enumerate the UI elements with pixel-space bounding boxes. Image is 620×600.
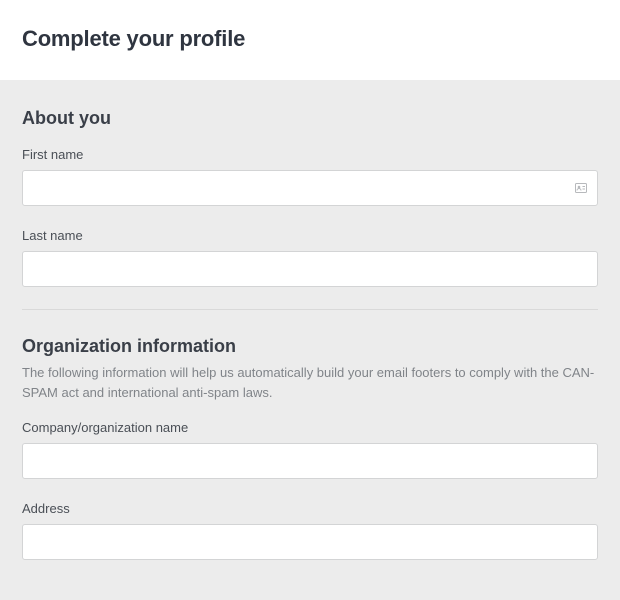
first-name-field: First name	[22, 147, 598, 206]
input-wrap	[22, 170, 598, 206]
company-name-input[interactable]	[22, 443, 598, 479]
address-input[interactable]	[22, 524, 598, 560]
address-field: Address	[22, 501, 598, 560]
header: Complete your profile	[0, 0, 620, 80]
first-name-input[interactable]	[22, 170, 598, 206]
organization-heading: Organization information	[22, 336, 598, 357]
first-name-label: First name	[22, 147, 598, 162]
form-area: About you First name Last name Organizat…	[0, 80, 620, 600]
page-title: Complete your profile	[22, 26, 598, 52]
about-you-heading: About you	[22, 108, 598, 129]
organization-description: The following information will help us a…	[22, 363, 598, 402]
company-name-label: Company/organization name	[22, 420, 598, 435]
address-label: Address	[22, 501, 598, 516]
company-name-field: Company/organization name	[22, 420, 598, 479]
last-name-label: Last name	[22, 228, 598, 243]
last-name-input[interactable]	[22, 251, 598, 287]
last-name-field: Last name	[22, 228, 598, 287]
section-divider	[22, 309, 598, 310]
